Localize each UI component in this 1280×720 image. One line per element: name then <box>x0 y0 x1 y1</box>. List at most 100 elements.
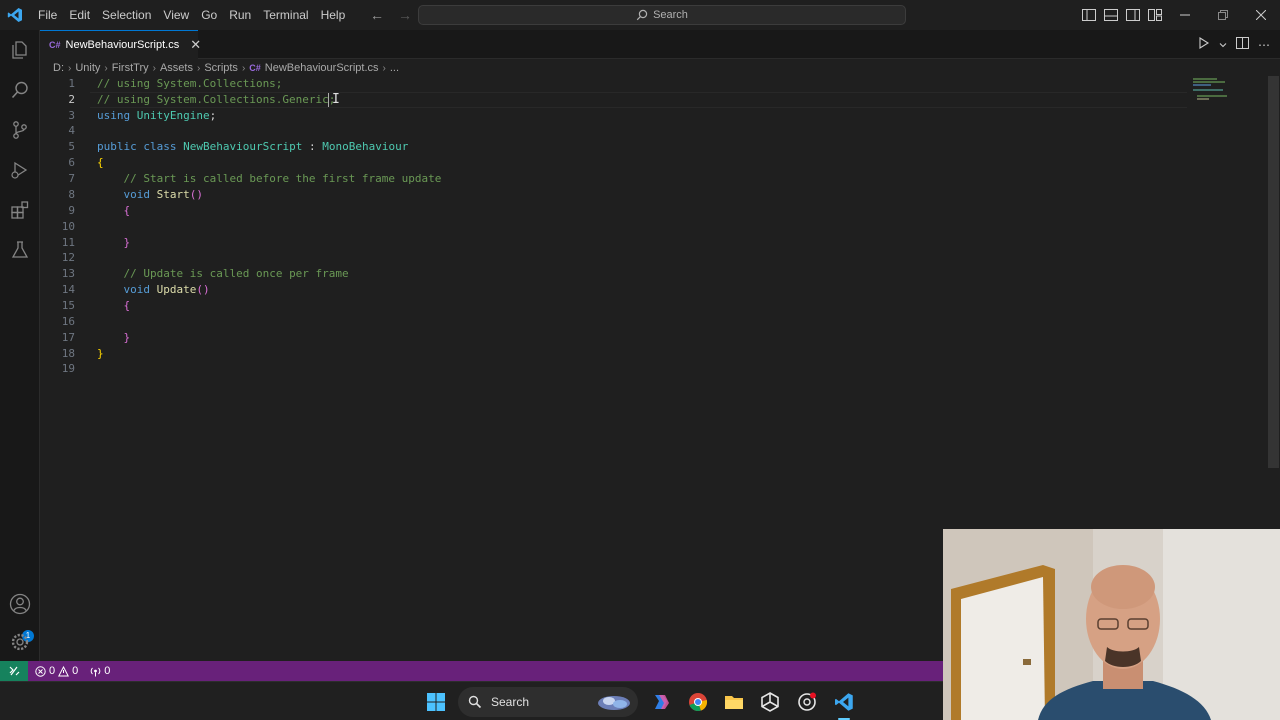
vscode-window: File Edit Selection View Go Run Terminal… <box>0 0 1280 720</box>
line-number: 6 <box>68 156 75 169</box>
testing-icon[interactable] <box>8 238 32 262</box>
account-icon[interactable] <box>8 592 32 616</box>
code-line-15: { <box>123 299 131 312</box>
breadcrumb-more[interactable]: ... <box>390 62 399 74</box>
menu-bar: File Edit Selection View Go Run Terminal… <box>32 0 351 30</box>
toggle-primary-sidebar-icon[interactable] <box>1080 6 1098 24</box>
customize-layout-icon[interactable] <box>1146 6 1164 24</box>
menu-view[interactable]: View <box>157 0 195 30</box>
forward-arrow-icon[interactable]: → <box>396 7 414 23</box>
code-line-3: using UnityEngine; <box>97 109 217 122</box>
command-center-search[interactable]: Search <box>418 5 906 25</box>
ports-count: 0 <box>104 665 111 677</box>
window-controls <box>1166 0 1280 30</box>
code-line-2: // using System.Collections.Generic; <box>97 93 336 106</box>
breadcrumb-scripts[interactable]: Scripts <box>204 62 238 74</box>
menu-go[interactable]: Go <box>195 0 223 30</box>
line-number: 13 <box>61 267 75 280</box>
line-number: 11 <box>61 236 75 249</box>
manage-gear-icon[interactable] <box>8 630 32 654</box>
menu-edit[interactable]: Edit <box>63 0 96 30</box>
presenter-video-image <box>943 529 1280 720</box>
code-line-9: { <box>123 204 131 217</box>
error-icon <box>35 665 46 677</box>
command-center-placeholder: Search <box>653 9 688 21</box>
broadcast-icon <box>90 667 101 676</box>
line-number: 16 <box>61 315 75 328</box>
source-control-icon[interactable] <box>8 118 32 142</box>
line-number: 15 <box>61 299 75 312</box>
code-line-1: // using System.Collections; <box>97 77 283 90</box>
breadcrumb: D: › Unity › FirstTry › Assets › Scripts… <box>53 60 399 76</box>
line-number: 12 <box>61 251 75 264</box>
chevron-right-icon: › <box>241 62 246 74</box>
line-number: 5 <box>68 140 75 153</box>
line-number: 19 <box>61 362 75 375</box>
vscode-logo-icon <box>0 0 30 30</box>
copilot-icon[interactable] <box>649 690 673 714</box>
close-tab-icon[interactable]: ✕ <box>190 37 201 53</box>
menu-file[interactable]: File <box>32 0 63 30</box>
ports-indicator[interactable]: 0 <box>90 665 110 677</box>
vscode-icon[interactable] <box>832 690 856 714</box>
toggle-secondary-sidebar-icon[interactable] <box>1124 6 1142 24</box>
vertical-scrollbar[interactable] <box>1268 76 1279 468</box>
warning-icon <box>58 665 70 676</box>
webcam-overlay <box>943 529 1280 720</box>
taskbar-search-box[interactable]: Search <box>458 687 638 717</box>
split-editor-icon[interactable] <box>1236 37 1249 52</box>
line-number: 1 <box>68 77 75 90</box>
windows-start-icon[interactable] <box>424 690 448 714</box>
menu-selection[interactable]: Selection <box>96 0 157 30</box>
breadcrumb-unity[interactable]: Unity <box>75 62 100 74</box>
activity-bar: 1 <box>0 30 40 661</box>
code-line-8: void Start() <box>123 188 204 201</box>
navigation-arrows: ← → <box>368 0 414 30</box>
unity-hub-icon[interactable] <box>795 690 819 714</box>
chevron-right-icon: › <box>68 62 72 74</box>
menu-help[interactable]: Help <box>315 0 352 30</box>
explorer-icon[interactable] <box>8 38 32 62</box>
minimap[interactable] <box>1193 76 1233 116</box>
warning-count: 0 <box>72 665 79 677</box>
back-arrow-icon[interactable]: ← <box>368 7 386 23</box>
ibeam-cursor-icon: I <box>332 92 340 107</box>
run-dropdown-chevron-icon[interactable] <box>1219 38 1227 52</box>
menu-run[interactable]: Run <box>223 0 257 30</box>
tab-newbehaviourscript[interactable]: C# NewBehaviourScript.cs ✕ <box>40 30 201 59</box>
editor-actions: ⋯ <box>1198 30 1270 59</box>
minimize-icon[interactable] <box>1166 0 1204 30</box>
menu-terminal[interactable]: Terminal <box>257 0 314 30</box>
file-explorer-icon[interactable] <box>722 690 746 714</box>
breadcrumb-firsttry[interactable]: FirstTry <box>112 62 149 74</box>
problems-indicator[interactable]: 0 0 <box>35 665 78 677</box>
breadcrumb-drive[interactable]: D: <box>53 62 64 74</box>
line-number: 7 <box>68 172 75 185</box>
line-number: 9 <box>68 204 75 217</box>
csharp-file-icon: C# <box>49 40 61 50</box>
run-code-icon[interactable] <box>1198 37 1210 52</box>
more-actions-icon[interactable]: ⋯ <box>1258 38 1270 52</box>
code-line-18: } <box>97 347 104 360</box>
line-number: 3 <box>68 109 75 122</box>
search-highlight-icon <box>598 696 630 710</box>
run-debug-icon[interactable] <box>8 158 32 182</box>
chevron-right-icon: › <box>382 62 386 74</box>
restore-icon[interactable] <box>1204 0 1242 30</box>
toggle-panel-icon[interactable] <box>1102 6 1120 24</box>
csharp-file-icon: C# <box>249 63 261 73</box>
breadcrumb-assets[interactable]: Assets <box>160 62 193 74</box>
extensions-icon[interactable] <box>8 198 32 222</box>
chrome-icon[interactable] <box>686 690 710 714</box>
breadcrumb-file[interactable]: NewBehaviourScript.cs <box>265 62 379 74</box>
remote-indicator-icon[interactable] <box>0 661 28 681</box>
code-line-17: } <box>123 331 131 344</box>
search-icon <box>468 695 482 709</box>
unity-icon[interactable] <box>758 690 782 714</box>
code-line-5: public class NewBehaviourScript : MonoBe… <box>97 140 409 153</box>
code-line-14: void Update() <box>123 283 210 296</box>
close-window-icon[interactable] <box>1242 0 1280 30</box>
search-icon[interactable] <box>8 78 32 102</box>
line-number: 10 <box>61 220 75 233</box>
text-caret <box>328 93 329 107</box>
